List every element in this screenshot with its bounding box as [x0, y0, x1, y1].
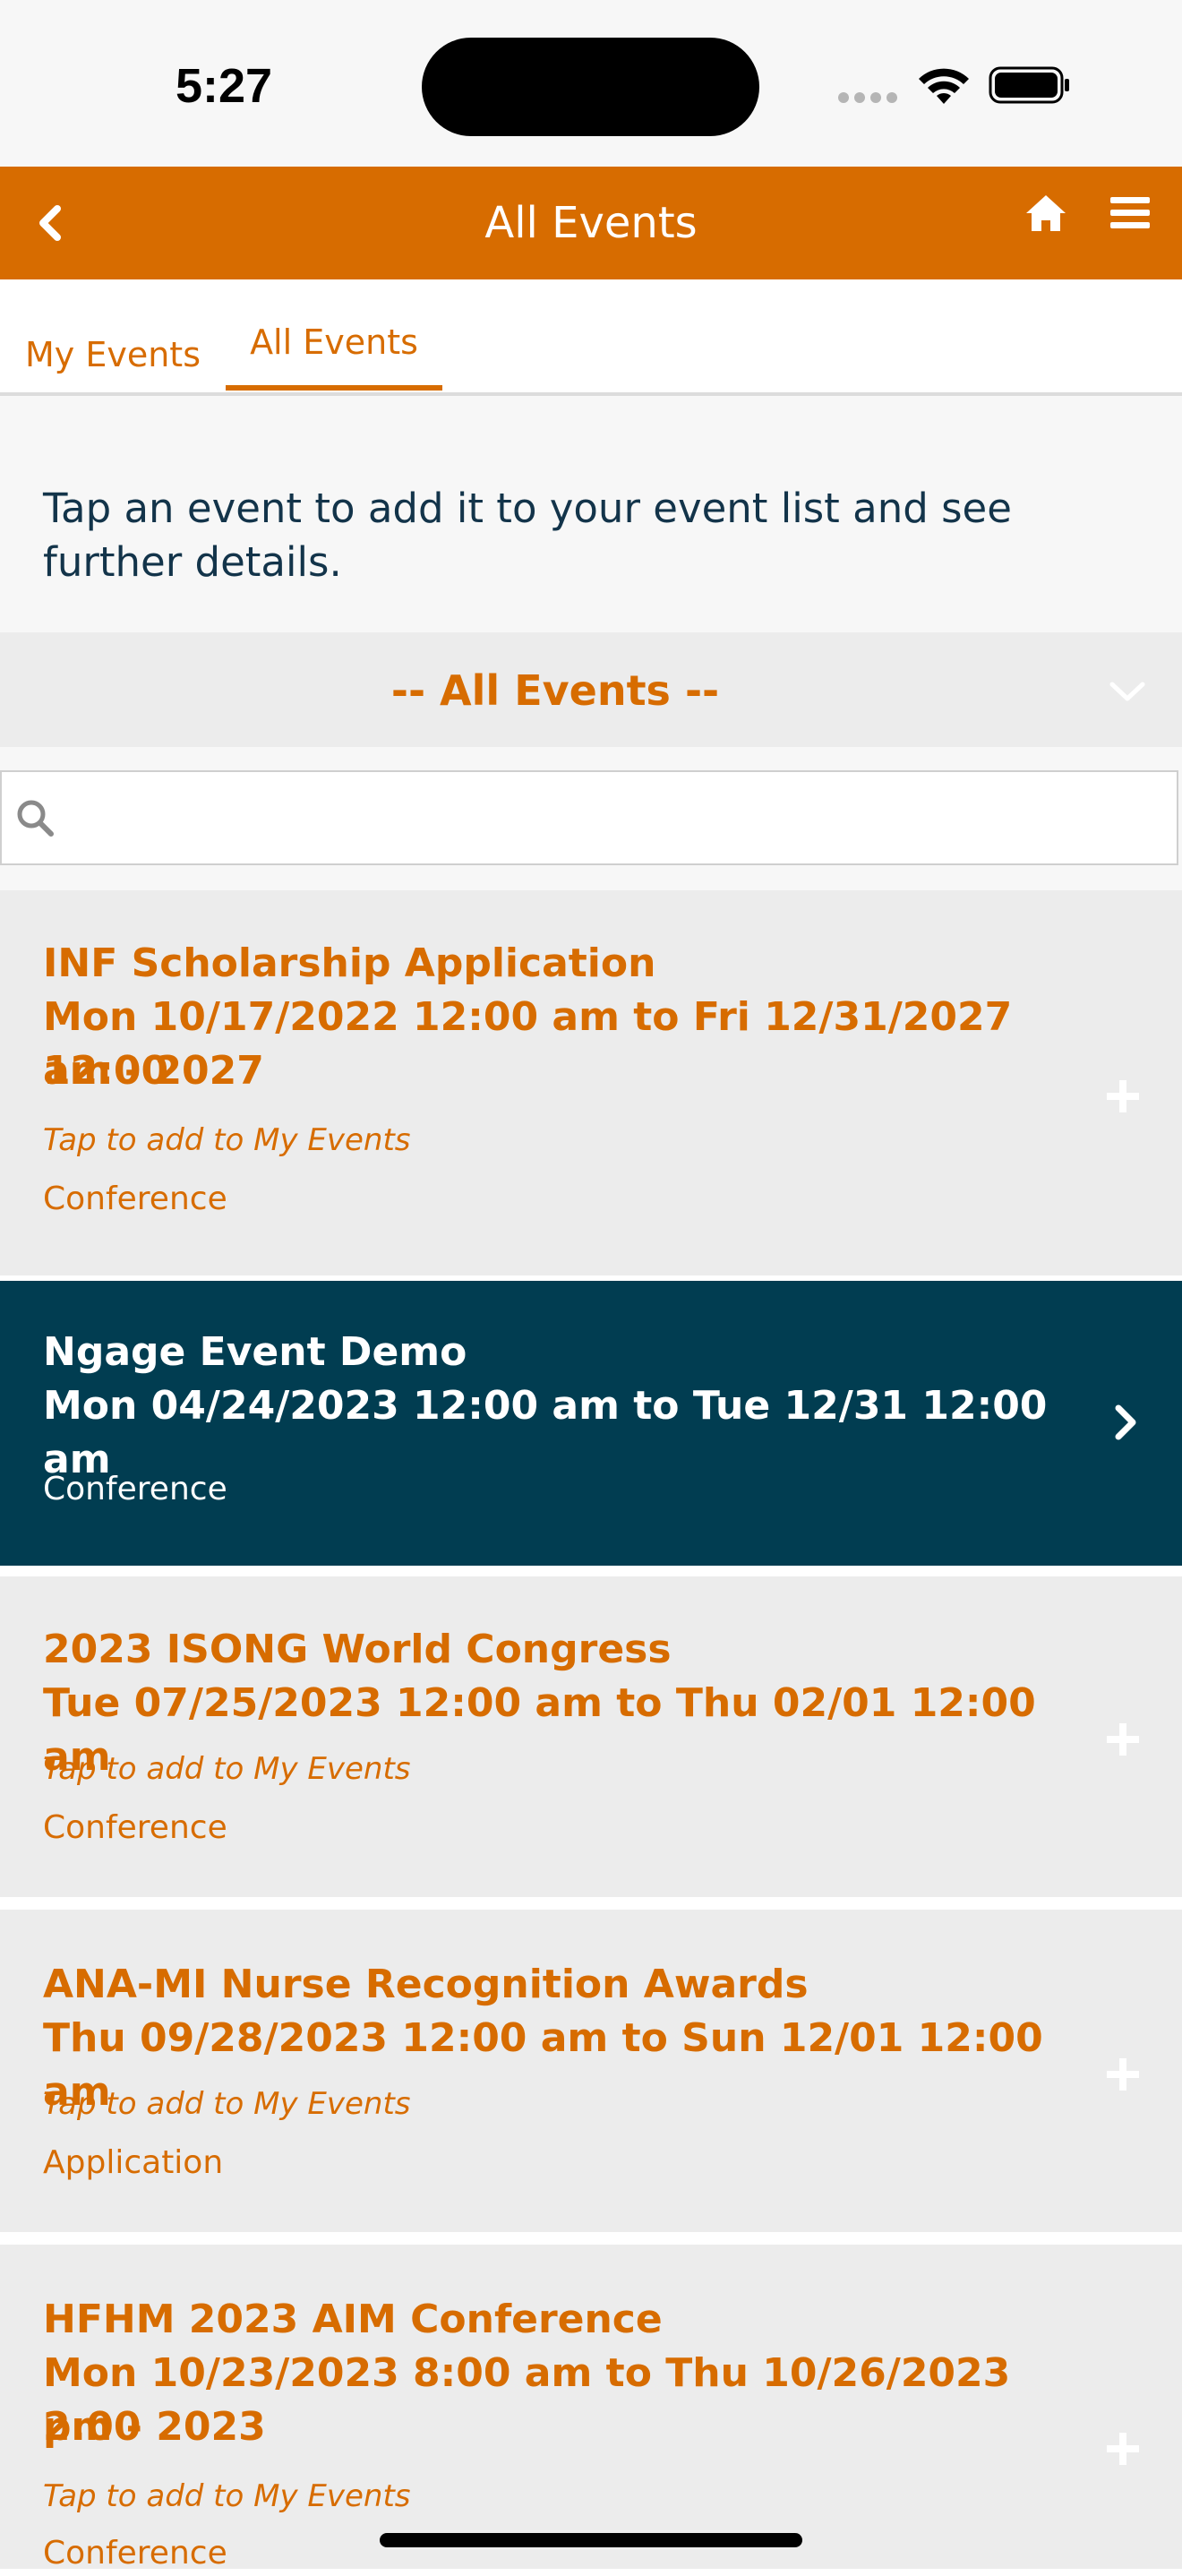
event-type: Conference: [43, 1809, 227, 1846]
home-indicator: [380, 2533, 802, 2547]
event-name: ANA-MI Nurse Recognition Awards: [43, 1962, 809, 2007]
event-dates-continued: am - 2027: [43, 1048, 264, 1094]
event-card[interactable]: INF Scholarship Application Mon 10/17/20…: [0, 890, 1182, 1275]
event-name: Ngage Event Demo: [43, 1329, 467, 1375]
status-time: 5:27: [175, 59, 273, 113]
active-tab-indicator: [226, 385, 442, 391]
status-bar: 5:27: [0, 0, 1182, 167]
dynamic-island: [422, 38, 759, 136]
back-chevron-icon[interactable]: [27, 189, 72, 257]
event-card[interactable]: 2023 ISONG World Congress Tue 07/25/2023…: [0, 1576, 1182, 1897]
tab-all-events[interactable]: All Events: [226, 315, 442, 369]
event-add-hint: Tap to add to My Events: [43, 2478, 411, 2514]
home-icon[interactable]: [1021, 188, 1071, 238]
search-area: [0, 747, 1182, 890]
signal-icon: [838, 92, 899, 103]
event-add-hint: Tap to add to My Events: [43, 1122, 411, 1158]
event-type: Conference: [43, 1181, 227, 1217]
plus-icon[interactable]: [1105, 1078, 1141, 1114]
hamburger-menu-icon[interactable]: [1105, 188, 1155, 238]
chevron-down-icon[interactable]: [1105, 675, 1150, 708]
event-dates-continued: pm - 2023: [43, 2404, 266, 2450]
event-add-hint: Tap to add to My Events: [43, 2086, 411, 2122]
plus-icon[interactable]: [1105, 1722, 1141, 1757]
tab-my-events[interactable]: My Events: [18, 328, 208, 382]
event-filter-dropdown[interactable]: -- All Events --: [0, 632, 1182, 747]
search-input[interactable]: [0, 770, 1178, 865]
event-card[interactable]: HFHM 2023 AIM Conference Mon 10/23/2023 …: [0, 2245, 1182, 2572]
event-name: 2023 ISONG World Congress: [43, 1627, 672, 1672]
plus-icon[interactable]: [1105, 2057, 1141, 2092]
event-card-selected[interactable]: Ngage Event Demo Mon 04/24/2023 12:00 am…: [0, 1281, 1182, 1566]
event-card[interactable]: ANA-MI Nurse Recognition Awards Thu 09/2…: [0, 1910, 1182, 2232]
page-title: All Events: [484, 198, 698, 248]
intro-text: Tap an event to add it to your event lis…: [43, 485, 1012, 586]
search-icon: [17, 800, 54, 837]
nav-bar: All Events: [0, 167, 1182, 279]
intro-section: Tap an event to add it to your event lis…: [0, 396, 1182, 632]
event-add-hint: Tap to add to My Events: [43, 1751, 411, 1787]
event-type: Application: [43, 2144, 224, 2181]
tab-bar: My Events All Events: [0, 279, 1182, 396]
event-name: HFHM 2023 AIM Conference: [43, 2297, 663, 2342]
plus-icon[interactable]: [1105, 2431, 1141, 2467]
event-name: INF Scholarship Application: [43, 940, 656, 986]
chevron-right-icon[interactable]: [1110, 1401, 1141, 1444]
event-type: Conference: [43, 1471, 227, 1507]
wifi-icon: [919, 68, 969, 104]
filter-selected-value: -- All Events --: [390, 666, 720, 715]
event-list: INF Scholarship Application Mon 10/17/20…: [0, 890, 1182, 2572]
battery-icon: [989, 66, 1069, 104]
